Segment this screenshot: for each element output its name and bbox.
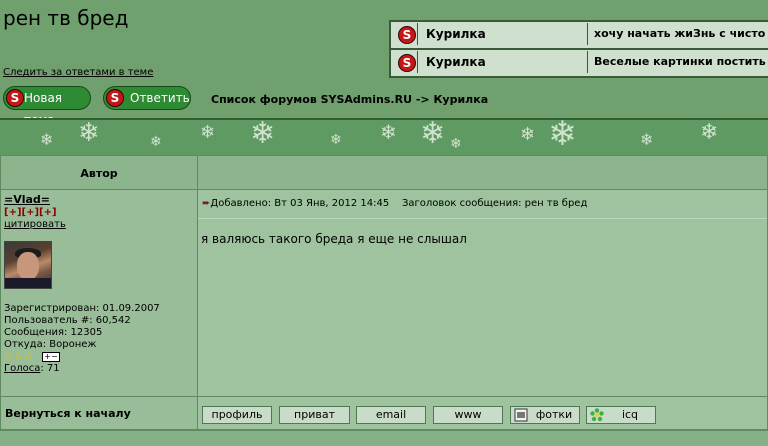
snowflake-icon: ❄ [330, 132, 342, 148]
new-topic-badge-icon: S [6, 89, 24, 107]
plus-minus-icon[interactable]: +− [42, 352, 60, 362]
decorative-banner: ❄ ❄ ❄ ❄ ❄ ❄ ❄ ❄ ❄ ❄ ❄ ❄ ❄ [0, 118, 768, 157]
avatar-face [17, 252, 39, 280]
rank-stars-icon: ☆☆☆ [4, 350, 34, 363]
snowflake-icon: ❄ [200, 122, 216, 143]
snowflake-icon: ❄ [250, 118, 276, 151]
message-column-header [197, 155, 768, 190]
reputation-links[interactable]: [+][+][+] [4, 207, 57, 218]
snowflake-icon: ❄ [548, 118, 577, 154]
votes-link[interactable]: Голоса [4, 363, 40, 374]
divider [198, 218, 767, 219]
reply-button[interactable]: S Ответить [103, 86, 191, 110]
related-topic-subject[interactable]: Веселые картинки постить [589, 51, 768, 73]
follow-topic-link[interactable]: Следить за ответами в теме [3, 67, 153, 78]
back-to-top-link[interactable]: Вернуться к началу [0, 396, 198, 430]
snowflake-icon: ❄ [150, 134, 162, 150]
avatar-coat [5, 278, 51, 288]
related-topics-table: S Курилка хочу начать жиЗнь с чисто S Ку… [389, 20, 768, 78]
snowflake-icon: ❄ [640, 130, 654, 149]
forum-badge-icon: S [398, 26, 416, 44]
author-column-header: Автор [0, 155, 198, 190]
quote-link[interactable]: цитировать [4, 219, 66, 230]
votes-value: : 71 [40, 363, 60, 374]
registered-date: Зарегистрирован: 01.09.2007 [4, 303, 160, 314]
snowflake-icon: ❄ [380, 120, 397, 144]
post-subject: Заголовок сообщения: рен тв бред [401, 198, 588, 209]
snowflake-icon: ❄ [40, 130, 54, 149]
photos-button[interactable]: фотки [510, 406, 580, 424]
reply-badge-icon: S [106, 89, 124, 107]
snowflake-icon: ❄ [520, 124, 536, 145]
icq-label: icq [621, 408, 639, 421]
post-content: ➨Добавлено: Вт 03 Янв, 2012 14:45 Заголо… [197, 189, 768, 397]
related-topic-row[interactable]: S Курилка Веселые картинки постить [391, 50, 768, 76]
icq-flower-icon [590, 408, 604, 422]
www-button[interactable]: www [433, 406, 503, 424]
icq-button[interactable]: icq [586, 406, 656, 424]
author-name-link[interactable]: =Vlad= [4, 193, 50, 206]
snowflake-icon: ❄ [78, 118, 100, 148]
user-number: Пользователь #: 60,542 [4, 315, 131, 326]
message-count: Сообщения: 12305 [4, 327, 103, 338]
votes-line: Голоса: 71 [4, 363, 60, 374]
new-topic-button[interactable]: S Новая тема [3, 86, 91, 127]
forum-badge-icon: S [398, 54, 416, 72]
post-date: Добавлено: Вт 03 Янв, 2012 14:45 [210, 198, 390, 209]
related-topic-forum[interactable]: Курилка [417, 51, 588, 73]
page-footer [0, 430, 768, 446]
author-info: =Vlad= [+][+][+] цитировать Зарегистриро… [0, 189, 198, 397]
reply-label: Ответить [130, 91, 190, 105]
pm-button[interactable]: приват [279, 406, 350, 424]
related-topic-forum[interactable]: Курилка [417, 23, 588, 45]
snowflake-icon: ❄ [450, 136, 462, 152]
post-meta: ➨Добавлено: Вт 03 Янв, 2012 14:45 Заголо… [202, 198, 587, 209]
photo-icon [514, 408, 528, 422]
photos-label: фотки [535, 408, 573, 421]
related-topic-row[interactable]: S Курилка хочу начать жиЗнь с чисто [391, 22, 768, 48]
related-topic-subject[interactable]: хочу начать жиЗнь с чисто [589, 23, 768, 45]
snowflake-icon: ❄ [420, 118, 446, 151]
post-table: Автор =Vlad= [+][+][+] цитировать Зареги… [0, 155, 768, 430]
topic-title: рен тв бред [3, 6, 129, 30]
post-actions: профиль приват email www фотки icq [197, 396, 768, 430]
post-body: я валяюсь такого бреда я еще не слышал [201, 232, 467, 246]
email-button[interactable]: email [356, 406, 426, 424]
avatar [4, 241, 52, 289]
snowflake-icon: ❄ [700, 120, 719, 145]
breadcrumb[interactable]: Список форумов SYSAdmins.RU -> Курилка [211, 93, 488, 106]
profile-button[interactable]: профиль [202, 406, 272, 424]
user-location: Откуда: Воронеж [4, 339, 97, 350]
